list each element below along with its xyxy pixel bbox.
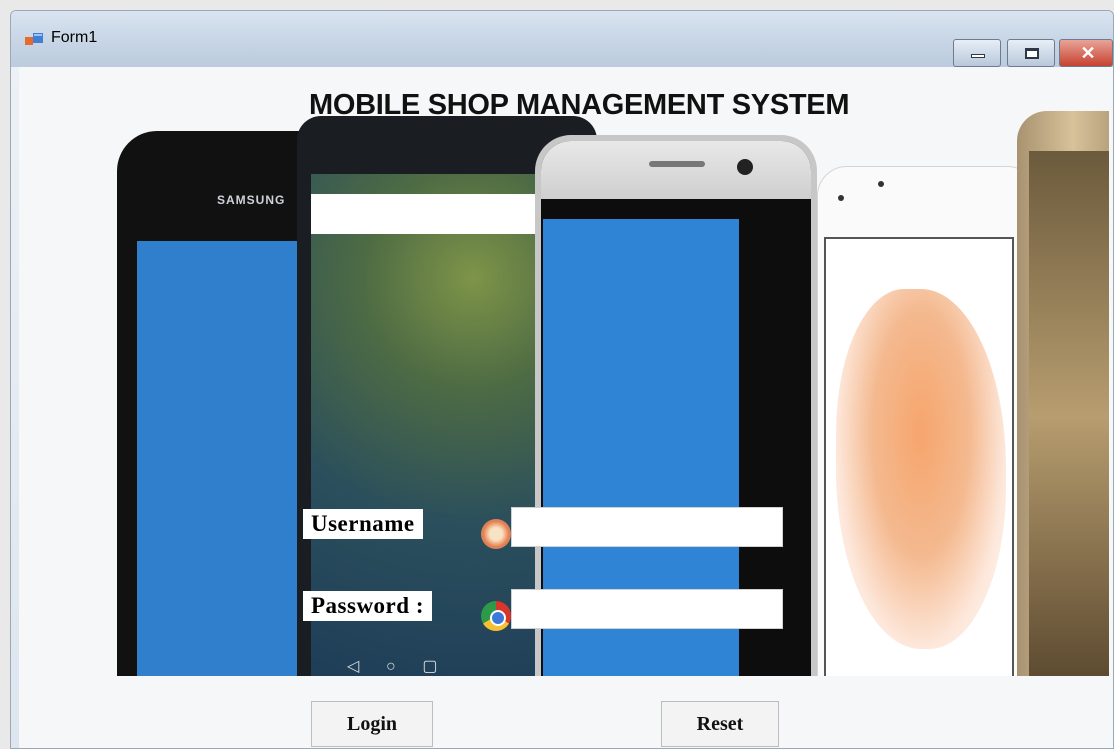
brand-logo: SAMSUNG (217, 193, 286, 207)
photos-app-icon (481, 519, 511, 549)
maximize-button[interactable] (1007, 39, 1055, 67)
form-window: Form1 ✕ MOBILE SHOP MANAGEMENT SYSTEM SA… (10, 10, 1114, 749)
phone-image-iphone (817, 166, 1037, 676)
window-title: Form1 (51, 29, 98, 46)
reset-button[interactable]: Reset (661, 701, 779, 747)
chrome-app-icon (481, 601, 511, 631)
phone-image-gold (1017, 111, 1109, 676)
phone-image-samsung: SAMSUNG (117, 131, 337, 676)
maximize-icon (1025, 48, 1039, 59)
close-icon: ✕ (1080, 43, 1096, 63)
username-input[interactable] (511, 507, 783, 547)
camera-icon (737, 159, 753, 175)
nav-keys-icon: ◁ ○ ▢ (347, 658, 438, 675)
minimize-button[interactable] (953, 39, 1001, 67)
password-label: Password : (303, 591, 432, 621)
close-button[interactable]: ✕ (1059, 39, 1113, 67)
login-button[interactable]: Login (311, 701, 433, 747)
minimize-icon (971, 54, 985, 58)
betta-fish-wallpaper (836, 289, 1006, 649)
page-title: MOBILE SHOP MANAGEMENT SYSTEM (309, 89, 850, 121)
title-bar[interactable]: Form1 ✕ (11, 11, 1113, 67)
password-input[interactable] (511, 589, 783, 629)
form-app-icon (25, 33, 43, 45)
form-client-area: MOBILE SHOP MANAGEMENT SYSTEM SAMSUNG ◁ … (19, 67, 1113, 748)
username-label: Username (303, 509, 423, 539)
